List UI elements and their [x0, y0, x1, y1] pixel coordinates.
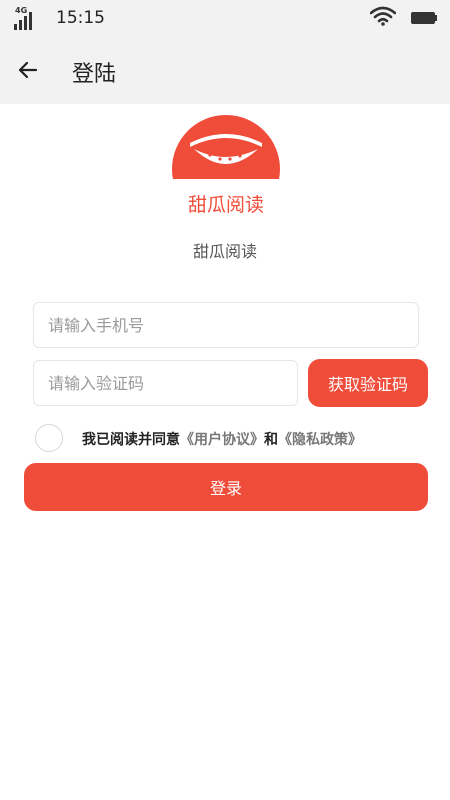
logo-text: 甜瓜阅读 — [188, 194, 264, 216]
get-code-button[interactable]: 获取验证码 — [308, 359, 428, 407]
battery-icon — [411, 12, 437, 24]
status-bar: 4G 15:15 — [0, 0, 450, 36]
privacy-policy-link[interactable]: 《隐私政策》 — [278, 432, 362, 448]
app-name: 甜瓜阅读 — [192, 242, 257, 261]
phone-input[interactable] — [33, 302, 419, 348]
agreement-checkbox[interactable] — [35, 424, 63, 452]
agreement-conjunction: 和 — [264, 432, 278, 448]
verification-code-input[interactable] — [33, 360, 298, 406]
agreement-text: 我已阅读并同意《用户协议》和《隐私政策》 — [82, 429, 362, 449]
agreement-prefix: 我已阅读并同意 — [82, 432, 180, 448]
back-arrow-icon[interactable] — [14, 56, 42, 84]
app-logo: 甜瓜阅读 — [170, 115, 282, 225]
signal-icon: 4G — [14, 6, 40, 30]
status-time: 15:15 — [56, 8, 105, 28]
wifi-icon — [370, 6, 396, 26]
user-agreement-link[interactable]: 《用户协议》 — [180, 432, 264, 448]
page-title: 登陆 — [72, 62, 117, 87]
app-bar: 登陆 — [0, 36, 450, 104]
login-button[interactable]: 登录 — [24, 463, 428, 511]
